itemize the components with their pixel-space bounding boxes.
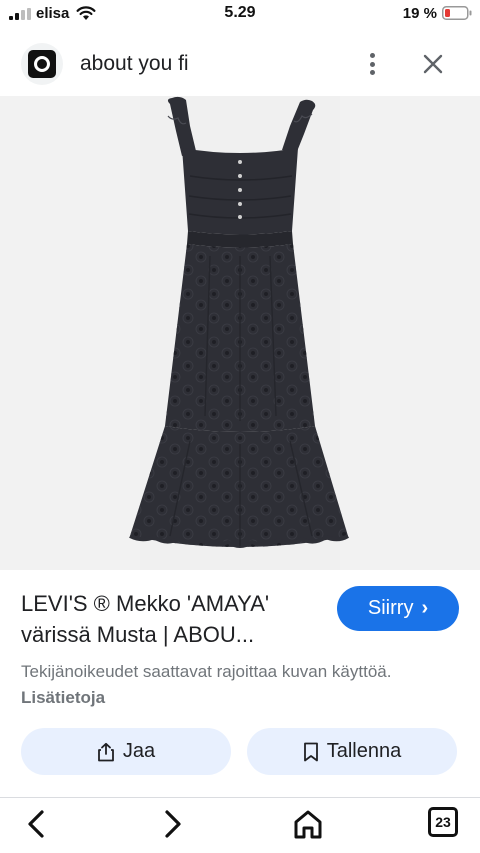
copyright-text: Tekijänoikeudet saattavat rajoittaa kuva… bbox=[21, 662, 392, 681]
share-icon bbox=[97, 742, 114, 761]
visit-button-label: Siirry bbox=[367, 597, 414, 619]
result-header: about you fi bbox=[0, 34, 480, 94]
status-bar: elisa 5.29 19 % bbox=[0, 0, 480, 28]
share-button[interactable]: Jaa bbox=[21, 728, 231, 775]
close-icon[interactable] bbox=[420, 51, 446, 77]
product-title[interactable]: LEVI'S ® Mekko 'AMAYA' värissä Musta | A… bbox=[21, 588, 326, 650]
battery-icon bbox=[442, 6, 472, 20]
battery-percentage: 19 % bbox=[402, 5, 437, 22]
copyright-notice: Tekijänoikeudet saattavat rajoittaa kuva… bbox=[21, 659, 461, 711]
site-name[interactable]: about you fi bbox=[80, 52, 189, 76]
save-label: Tallenna bbox=[326, 740, 402, 762]
more-vert-icon[interactable] bbox=[362, 50, 382, 78]
forward-arrow-icon[interactable] bbox=[155, 807, 189, 841]
dress-image bbox=[129, 96, 350, 570]
bottom-divider bbox=[0, 797, 480, 798]
back-arrow-icon[interactable] bbox=[20, 807, 54, 841]
chevron-right-icon: › bbox=[421, 597, 429, 619]
bookmark-icon bbox=[303, 742, 318, 761]
more-info-link[interactable]: Lisätietoja bbox=[21, 688, 105, 707]
tabs-icon[interactable]: 23 bbox=[428, 807, 462, 841]
save-button[interactable]: Tallenna bbox=[247, 728, 457, 775]
visit-button[interactable]: Siirry › bbox=[337, 586, 459, 631]
tab-count: 23 bbox=[428, 807, 458, 837]
product-image[interactable] bbox=[0, 96, 480, 570]
site-logo-icon[interactable] bbox=[21, 43, 63, 85]
share-label: Jaa bbox=[122, 740, 156, 762]
home-icon[interactable] bbox=[291, 807, 325, 841]
